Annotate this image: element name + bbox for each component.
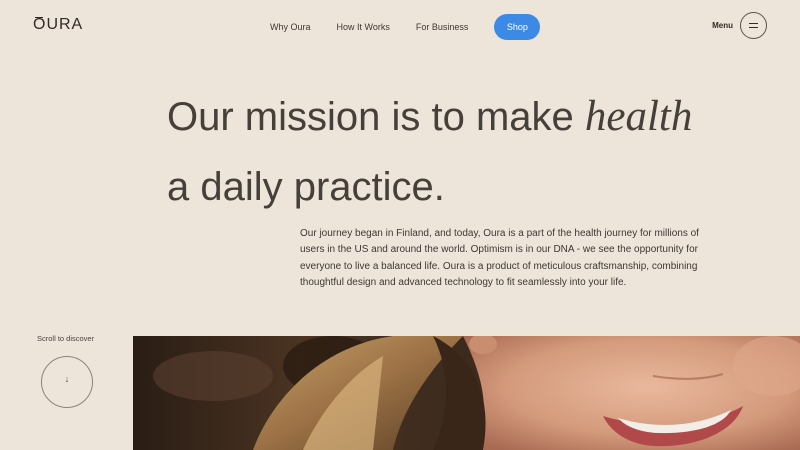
oura-logo[interactable]: OURA bbox=[33, 16, 83, 34]
hero-photo bbox=[133, 336, 800, 450]
smiling-woman-photo bbox=[133, 336, 800, 450]
nav-why-oura[interactable]: Why Oura bbox=[270, 15, 311, 39]
scroll-label: Scroll to discover bbox=[37, 334, 95, 343]
logo-text: OURA bbox=[33, 16, 84, 33]
menu-toggle[interactable]: Menu bbox=[712, 12, 767, 39]
main-nav: Why Oura How It Works For Business Shop bbox=[270, 14, 541, 40]
nav-how-it-works[interactable]: How It Works bbox=[337, 15, 390, 39]
menu-label: Menu bbox=[712, 21, 733, 30]
shop-button[interactable]: Shop bbox=[494, 14, 541, 40]
hero-headline: Our mission is to make health a daily pr… bbox=[167, 82, 727, 222]
logo-macron bbox=[35, 17, 43, 18]
intro-paragraph: Our journey began in Finland, and today,… bbox=[300, 228, 699, 289]
headline-line2: a daily practice. bbox=[167, 165, 445, 209]
headline-emphasis: health bbox=[584, 93, 693, 140]
scroll-down-button[interactable]: ↓ bbox=[41, 356, 93, 408]
hamburger-icon[interactable] bbox=[740, 12, 767, 39]
arrow-down-icon: ↓ bbox=[64, 374, 70, 384]
headline-line1: Our mission is to make bbox=[167, 95, 585, 139]
page: OURA Why Oura How It Works For Business … bbox=[0, 0, 800, 450]
nav-for-business[interactable]: For Business bbox=[416, 15, 469, 39]
